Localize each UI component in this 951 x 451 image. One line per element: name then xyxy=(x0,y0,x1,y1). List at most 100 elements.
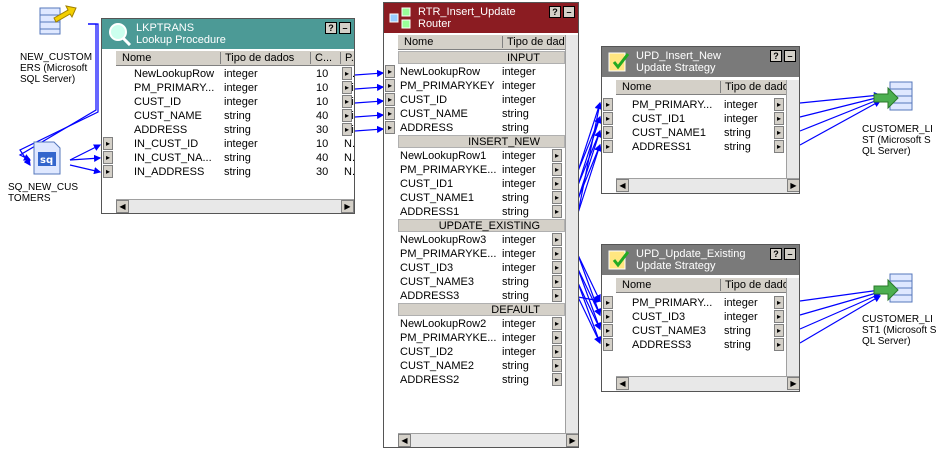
table-row[interactable]: PM_PRIMARY... integer xyxy=(616,98,786,112)
target-table-icon[interactable] xyxy=(872,78,916,114)
scroll-left-button[interactable]: ◀ xyxy=(616,179,629,192)
table-row[interactable]: IN_ADDRESS string 30 N... xyxy=(116,165,354,179)
input-port[interactable]: ▸ xyxy=(103,137,113,150)
upd-update-hscroll[interactable]: ◀ ▶ xyxy=(616,376,799,391)
help-button[interactable]: ? xyxy=(549,6,561,18)
output-port[interactable]: ▸ xyxy=(342,81,352,94)
table-row[interactable]: PM_PRIMARYKE... integer xyxy=(398,331,565,345)
col-type[interactable]: Tipo de dados xyxy=(220,52,307,64)
output-port[interactable]: ▸ xyxy=(552,163,562,176)
scroll-right-button[interactable]: ▶ xyxy=(566,434,578,447)
router-transformation[interactable]: RTR_Insert_Update Router ? – Nome Tipo de… xyxy=(383,2,579,448)
lookup-header[interactable]: LKPTRANS Lookup Procedure ? – xyxy=(102,19,354,49)
source-qualifier-icon[interactable]: sq xyxy=(32,140,62,176)
table-row[interactable]: NewLookupRowinteger10N... xyxy=(116,67,354,81)
router-vscroll[interactable] xyxy=(565,35,578,433)
input-port[interactable]: ▸ xyxy=(603,140,613,153)
input-port[interactable]: ▸ xyxy=(603,126,613,139)
input-port[interactable]: ▸ xyxy=(603,98,613,111)
upd-insert-hscroll[interactable]: ◀ ▶ xyxy=(616,178,799,193)
input-port[interactable]: ▸ xyxy=(603,296,613,309)
col-name[interactable]: Nome xyxy=(622,81,712,93)
output-port[interactable]: ▸ xyxy=(552,345,562,358)
output-port[interactable]: ▸ xyxy=(342,109,352,122)
table-row[interactable]: CUST_IDinteger10Sim xyxy=(116,95,354,109)
scroll-left-button[interactable]: ◀ xyxy=(616,377,629,390)
table-row[interactable]: CUST_NAME1 string xyxy=(616,126,786,140)
table-row[interactable]: CUST_NAMEstring40Sim xyxy=(116,109,354,123)
input-port[interactable]: ▸ xyxy=(385,79,395,92)
output-port[interactable]: ▸ xyxy=(552,247,562,260)
output-port[interactable]: ▸ xyxy=(552,233,562,246)
lookup-transformation[interactable]: LKPTRANS Lookup Procedure ? – Nome Tipo d… xyxy=(101,18,355,214)
input-port[interactable]: ▸ xyxy=(603,324,613,337)
table-row[interactable]: CUST_ID1 integer xyxy=(398,177,565,191)
table-row[interactable]: CUST_NAME string xyxy=(398,107,565,121)
table-row[interactable]: ADDRESS string xyxy=(398,121,565,135)
input-port[interactable]: ▸ xyxy=(385,121,395,134)
input-port[interactable]: ▸ xyxy=(385,107,395,120)
output-port[interactable]: ▸ xyxy=(552,261,562,274)
table-row[interactable]: ADDRESSstring30Sim xyxy=(116,123,354,137)
output-port[interactable]: ▸ xyxy=(552,289,562,302)
output-port[interactable]: ▸ xyxy=(552,191,562,204)
table-row[interactable]: CUST_NAME3 string xyxy=(616,324,786,338)
minimize-button[interactable]: – xyxy=(784,50,796,62)
table-row[interactable]: CUST_NAME2 string xyxy=(398,359,565,373)
output-port[interactable]: ▸ xyxy=(774,324,784,337)
table-row[interactable]: NewLookupRow1 integer xyxy=(398,149,565,163)
output-port[interactable]: ▸ xyxy=(774,140,784,153)
output-port[interactable]: ▸ xyxy=(774,310,784,323)
upd-insert-header[interactable]: UPD_Insert_New Update Strategy ? – xyxy=(602,47,799,77)
table-row[interactable]: PM_PRIMARY...integer10Sim xyxy=(116,81,354,95)
target-table-icon[interactable] xyxy=(872,270,916,306)
router-hscroll[interactable]: ◀ ▶ xyxy=(398,433,578,447)
table-row[interactable]: NewLookupRow integer xyxy=(398,65,565,79)
output-port[interactable]: ▸ xyxy=(552,359,562,372)
output-port[interactable]: ▸ xyxy=(342,123,352,136)
col-p[interactable]: P... xyxy=(340,52,354,64)
table-row[interactable]: PM_PRIMARYKE... integer xyxy=(398,163,565,177)
col-type[interactable]: Tipo de dado xyxy=(502,36,571,48)
group-header[interactable]: DEFAULT xyxy=(398,303,565,316)
router-header[interactable]: RTR_Insert_Update Router ? – xyxy=(384,3,578,33)
table-row[interactable]: PM_PRIMARYKE... integer xyxy=(398,247,565,261)
output-port[interactable]: ▸ xyxy=(774,126,784,139)
scroll-right-button[interactable]: ▶ xyxy=(787,179,799,192)
table-row[interactable]: CUST_ID integer xyxy=(398,93,565,107)
input-port[interactable]: ▸ xyxy=(103,165,113,178)
table-row[interactable]: CUST_ID3 integer xyxy=(616,310,786,324)
input-port[interactable]: ▸ xyxy=(385,93,395,106)
table-row[interactable]: PM_PRIMARYKEY integer xyxy=(398,79,565,93)
output-port[interactable]: ▸ xyxy=(774,296,784,309)
col-name[interactable]: Nome xyxy=(122,52,212,64)
col-name[interactable]: Nome xyxy=(404,36,494,48)
table-row[interactable]: IN_CUST_NA... string 40 N... xyxy=(116,151,354,165)
output-port[interactable]: ▸ xyxy=(552,205,562,218)
table-row[interactable]: ADDRESS1 string xyxy=(616,140,786,154)
upd-insert-vscroll[interactable] xyxy=(786,80,799,178)
input-port[interactable]: ▸ xyxy=(385,65,395,78)
output-port[interactable]: ▸ xyxy=(774,112,784,125)
output-port[interactable]: ▸ xyxy=(774,338,784,351)
minimize-button[interactable]: – xyxy=(339,22,351,34)
table-row[interactable]: ADDRESS3 string xyxy=(616,338,786,352)
table-row[interactable]: ADDRESS3 string xyxy=(398,289,565,303)
table-row[interactable]: CUST_NAME1 string xyxy=(398,191,565,205)
table-row[interactable]: ADDRESS1 string xyxy=(398,205,565,219)
output-port[interactable]: ▸ xyxy=(552,177,562,190)
group-header[interactable]: UPDATE_EXISTING xyxy=(398,219,565,232)
output-port[interactable]: ▸ xyxy=(552,373,562,386)
input-port[interactable]: ▸ xyxy=(103,151,113,164)
minimize-button[interactable]: – xyxy=(563,6,575,18)
table-row[interactable]: CUST_ID1 integer xyxy=(616,112,786,126)
output-port[interactable]: ▸ xyxy=(342,95,352,108)
col-c[interactable]: C... xyxy=(310,52,341,64)
output-port[interactable]: ▸ xyxy=(552,317,562,330)
scroll-right-button[interactable]: ▶ xyxy=(787,377,799,390)
input-port[interactable]: ▸ xyxy=(603,310,613,323)
upd-update-transformation[interactable]: UPD_Update_Existing Update Strategy ? – N… xyxy=(601,244,800,392)
col-type[interactable]: Tipo de dado xyxy=(720,81,791,93)
col-type[interactable]: Tipo de dado xyxy=(720,279,791,291)
table-row[interactable]: ADDRESS2 string xyxy=(398,373,565,387)
